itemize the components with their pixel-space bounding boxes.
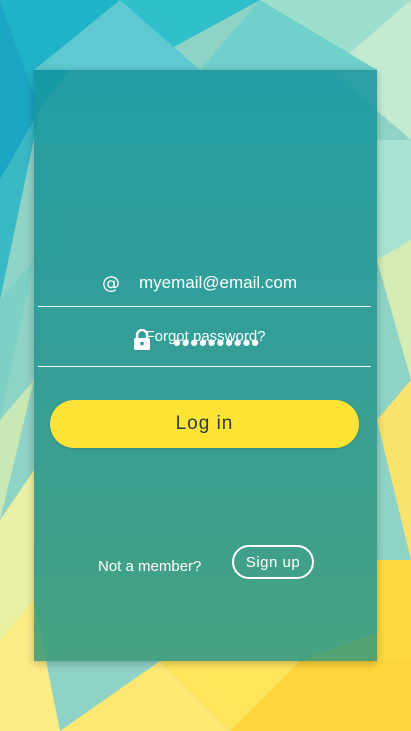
login-button[interactable]: Log in: [50, 400, 359, 448]
at-icon: @: [102, 273, 120, 294]
signup-button[interactable]: Sign up: [232, 545, 314, 579]
email-input[interactable]: myemail@email.com: [139, 273, 369, 293]
forgot-password-link[interactable]: Forgot password?: [34, 328, 377, 345]
email-field[interactable]: @ myemail@email.com: [38, 266, 371, 307]
not-member-label: Not a member?: [98, 558, 202, 575]
login-card: @ myemail@email.com •••••••••• Forgot pa…: [34, 70, 377, 661]
